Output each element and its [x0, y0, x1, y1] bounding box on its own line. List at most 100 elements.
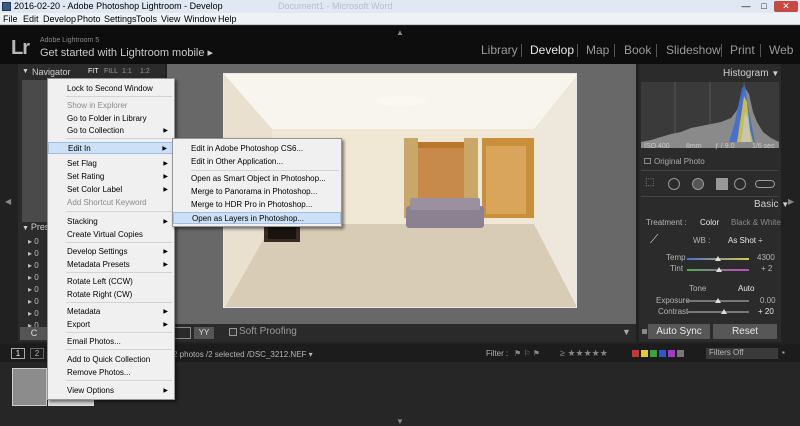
white-balance-picker-icon[interactable]: ⟋ — [650, 232, 658, 247]
contrast-slider[interactable] — [687, 311, 749, 313]
context-menu-item-rotate-right-cw[interactable]: Rotate Right (CW) — [48, 289, 174, 301]
preset-item[interactable]: ▸ 0 — [28, 249, 39, 258]
submenu-item-edit-photoshop[interactable]: Edit in Adobe Photoshop CS6... — [173, 143, 341, 155]
auto-sync-button[interactable]: Auto Sync — [648, 324, 710, 339]
histogram[interactable] — [641, 82, 779, 148]
preset-item[interactable]: ▸ 0 — [28, 309, 39, 318]
rating-filter-stars[interactable]: ≥ ★★★★★ — [560, 348, 608, 359]
toolbar-menu-icon[interactable]: ▼ — [622, 327, 631, 337]
navigator-collapse-icon[interactable]: ▼ — [22, 66, 29, 78]
contrast-value[interactable]: + 20 — [758, 307, 774, 316]
context-menu-item-email-photos[interactable]: Email Photos... — [48, 336, 174, 348]
color-label-filter[interactable] — [632, 350, 702, 358]
treatment-color[interactable]: Color — [700, 218, 719, 227]
radial-filter-icon[interactable] — [734, 178, 746, 190]
context-menu-item-remove-photos[interactable]: Remove Photos... — [48, 367, 174, 379]
sync-switch-icon[interactable] — [642, 329, 647, 334]
menu-file[interactable]: File — [3, 13, 18, 25]
tone-auto-button[interactable]: Auto — [738, 284, 754, 293]
temp-slider-handle[interactable] — [715, 256, 721, 261]
copy-button[interactable]: C — [20, 327, 48, 340]
minimize-button[interactable]: — — [738, 1, 754, 12]
before-after-button[interactable]: YY — [194, 327, 214, 339]
crop-tool-icon[interactable]: ⬚ — [645, 177, 659, 189]
flag-filter-icons[interactable]: ⚑ ⚐ ⚑ — [514, 349, 540, 358]
yellow-label-icon[interactable] — [641, 350, 648, 357]
wb-select[interactable]: As Shot ÷ — [728, 236, 763, 245]
context-menu-item-set-rating[interactable]: Set Rating ▶ — [48, 171, 174, 183]
preset-item[interactable]: ▸ 0 — [28, 273, 39, 282]
context-menu-item-metadata[interactable]: Metadata ▶ — [48, 306, 174, 318]
context-menu-item-export[interactable]: Export ▶ — [48, 319, 174, 331]
second-window-button[interactable]: 2 — [30, 348, 44, 359]
zoom-1-2[interactable]: 1:2 — [140, 66, 150, 78]
module-web[interactable]: Web — [769, 43, 793, 57]
menu-view[interactable]: View — [161, 13, 180, 25]
exposure-slider-handle[interactable] — [715, 298, 721, 303]
context-menu-item-edit-in[interactable]: Edit In ▶ — [48, 142, 174, 154]
filmstrip-thumbnail[interactable] — [12, 368, 47, 406]
context-menu-item-metadata-presets[interactable]: Metadata Presets ▶ — [48, 259, 174, 271]
reset-button[interactable]: Reset — [713, 324, 777, 339]
submenu-item-smart-object[interactable]: Open as Smart Object in Photoshop... — [173, 173, 341, 185]
left-panel-toggle-icon[interactable]: ◀ — [5, 197, 11, 206]
menu-photo[interactable]: Photo — [77, 13, 101, 25]
module-print[interactable]: Print — [730, 43, 755, 57]
context-menu-item-lock-to-second-window[interactable]: Lock to Second Window — [48, 83, 174, 95]
context-menu-item-go-to-collection[interactable]: Go to Collection ▶ — [48, 125, 174, 137]
treatment-black-white[interactable]: Black & White — [731, 218, 781, 227]
close-button[interactable]: ✕ — [774, 1, 798, 12]
module-library[interactable]: Library — [481, 43, 518, 57]
module-book[interactable]: Book — [624, 43, 651, 57]
module-map[interactable]: Map — [586, 43, 609, 57]
submenu-item-hdr[interactable]: Merge to HDR Pro in Photoshop... — [173, 199, 341, 211]
preset-item[interactable]: ▸ 0 — [28, 237, 39, 246]
red-eye-icon[interactable] — [692, 178, 704, 190]
context-menu-item-add-to-quick-collection[interactable]: Add to Quick Collection — [48, 354, 174, 366]
context-menu-item-create-virtual-copies[interactable]: Create Virtual Copies — [48, 229, 174, 241]
module-slideshow[interactable]: Slideshow — [666, 43, 721, 57]
filmstrip-lock-icon[interactable]: ▪ — [782, 348, 785, 357]
menu-tools[interactable]: Tools — [136, 13, 157, 25]
context-menu-item-set-color-label[interactable]: Set Color Label ▶ — [48, 184, 174, 196]
tint-slider-handle[interactable] — [715, 267, 722, 272]
context-menu-item-develop-settings[interactable]: Develop Settings ▶ — [48, 246, 174, 258]
menu-window[interactable]: Window — [184, 13, 216, 25]
original-photo-checkbox[interactable] — [644, 158, 651, 164]
maximize-button[interactable]: □ — [756, 1, 772, 12]
exposure-value[interactable]: 0.00 — [760, 296, 776, 305]
presets-collapse-icon[interactable]: ▼ — [22, 225, 31, 232]
menu-settings[interactable]: Settings — [104, 13, 137, 25]
context-menu-item-rotate-left-ccw[interactable]: Rotate Left (CCW) — [48, 276, 174, 288]
basic-header[interactable]: Basic ▼ — [754, 199, 789, 210]
submenu-item-open-as-layers[interactable]: Open as Layers in Photoshop... — [173, 212, 341, 224]
zoom-fit[interactable]: FIT — [88, 66, 99, 78]
context-menu-item-view-options[interactable]: View Options ▶ — [48, 385, 174, 397]
preset-item[interactable]: ▸ 0 — [28, 285, 39, 294]
mobile-promo-link[interactable]: Get started with Lightroom mobile ▸ — [40, 46, 213, 59]
bottom-panel-toggle-icon[interactable]: ▼ — [396, 417, 404, 426]
main-window-button[interactable]: 1 — [11, 348, 25, 359]
no-label-icon[interactable] — [677, 350, 684, 357]
menu-help[interactable]: Help — [218, 13, 237, 25]
context-menu-item-go-to-folder-in-library[interactable]: Go to Folder in Library — [48, 113, 174, 125]
loupe-view-button[interactable] — [173, 327, 191, 339]
preset-item[interactable]: ▸ 0 — [28, 261, 39, 270]
temp-value[interactable]: 4300 — [757, 253, 775, 262]
tint-value[interactable]: + 2 — [761, 264, 772, 273]
filmstrip-source-info[interactable]: 2 photos /2 selected /DSC_3212.NEF ▾ — [173, 350, 313, 359]
graduated-filter-icon[interactable] — [716, 178, 728, 190]
original-photo-toggle[interactable]: Original Photo — [644, 157, 705, 166]
preset-item[interactable]: ▸ 0 — [28, 297, 39, 306]
zoom-1-1[interactable]: 1:1 — [122, 66, 132, 78]
context-menu-item-set-flag[interactable]: Set Flag ▶ — [48, 158, 174, 170]
filters-select[interactable]: Filters Off — [706, 348, 778, 359]
blue-label-icon[interactable] — [659, 350, 666, 357]
soft-proofing-checkbox[interactable] — [229, 328, 237, 336]
submenu-item-panorama[interactable]: Merge to Panorama in Photoshop... — [173, 186, 341, 198]
menu-develop[interactable]: Develop — [43, 13, 76, 25]
green-label-icon[interactable] — [650, 350, 657, 357]
histogram-header[interactable]: Histogram ▼ — [723, 68, 779, 79]
purple-label-icon[interactable] — [668, 350, 675, 357]
zoom-fill[interactable]: FILL — [104, 66, 118, 78]
